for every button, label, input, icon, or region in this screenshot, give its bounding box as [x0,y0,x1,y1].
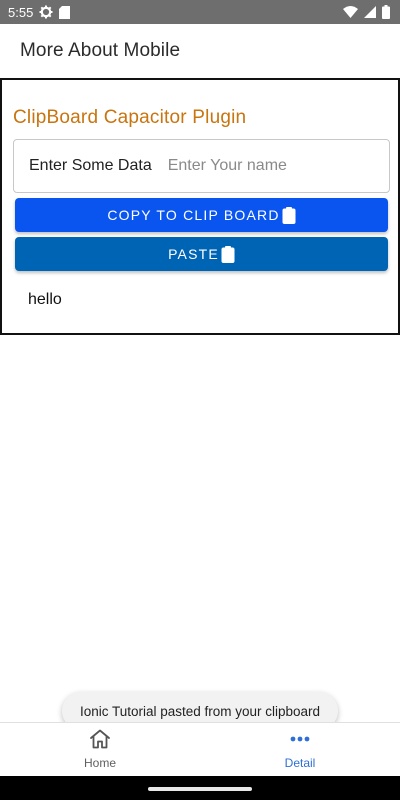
copy-to-clipboard-button[interactable]: COPY TO CLIP BOARD [15,198,388,232]
data-input-item[interactable]: Enter Some Data [13,139,390,193]
tab-detail-label: Detail [284,756,316,770]
tab-detail[interactable]: Detail [200,723,400,776]
status-bar: 5:55 [0,0,400,24]
cellular-signal-icon [364,6,376,18]
clipboard-icon [282,206,296,224]
clipboard-card: ClipBoard Capacitor Plugin Enter Some Da… [0,78,400,335]
tab-bar: Home Detail [0,722,400,776]
card-title: ClipBoard Capacitor Plugin [13,107,247,128]
clipboard-icon [221,245,235,263]
wifi-icon [343,6,358,18]
pasted-text: hello [28,291,62,308]
home-gesture-handle[interactable] [148,787,252,791]
status-time: 5:55 [8,4,34,20]
paste-button[interactable]: PASTE [15,237,388,271]
input-label: Enter Some Data [29,157,152,174]
settings-gear-icon [39,5,53,19]
app-header: More About Mobile [0,24,400,78]
copy-button-label: COPY TO CLIP BOARD [107,207,280,223]
paste-button-label: PASTE [168,246,219,262]
tab-home[interactable]: Home [0,723,200,776]
page-title: More About Mobile [20,40,181,61]
ellipsis-icon [289,729,311,754]
tab-home-label: Home [83,756,116,770]
home-icon [89,729,111,754]
battery-icon [382,5,390,19]
data-input-field[interactable] [167,157,368,175]
sd-card-icon [59,5,71,19]
system-nav-bar [0,776,400,800]
